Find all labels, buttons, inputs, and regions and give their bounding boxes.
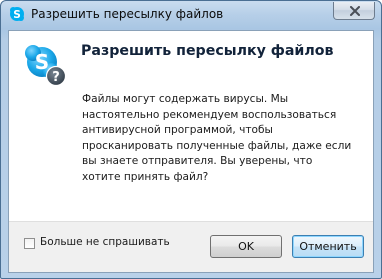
cancel-button[interactable]: Отменить <box>292 235 364 258</box>
message-line: вы знаете отправителя. Вы уверены, что <box>82 155 313 167</box>
dont-ask-label[interactable]: Больше не спрашивать <box>40 236 170 248</box>
message-line: Файлы могут содержать вирусы. Мы <box>82 93 289 105</box>
skype-icon: S <box>10 7 24 21</box>
window-title: Разрешить пересылку файлов <box>31 7 224 21</box>
title-bar[interactable]: S Разрешить пересылку файлов <box>1 1 381 29</box>
message-line: просканировать полученные файлы, даже ес… <box>82 139 352 152</box>
svg-text:?: ? <box>52 70 60 85</box>
close-icon <box>350 6 360 16</box>
dialog-heading: Разрешить пересылку файлов <box>81 43 334 59</box>
dont-ask-checkbox[interactable] <box>24 238 35 249</box>
message-line: хотите принять файл? <box>82 170 209 183</box>
ok-button[interactable]: OK <box>210 235 282 258</box>
dialog-body: S ? Разрешить пересылку файлов Файлы мог… <box>8 30 374 273</box>
message-line: антивирусной программой, чтобы <box>82 124 273 136</box>
svg-text:S: S <box>13 9 21 21</box>
dialog-footer: Больше не спрашивать OK Отменить <box>9 221 373 272</box>
dialog-window: S Разрешить пересылку файлов S ? Разреши… <box>0 0 382 279</box>
warning-message: Файлы могут содержать вирусы. Мы настоят… <box>82 92 352 185</box>
svg-text:S: S <box>35 50 49 74</box>
message-line: настоятельно рекомендуем воспользоваться <box>82 108 337 121</box>
skype-question-icon: S ? <box>25 45 67 87</box>
close-button[interactable] <box>333 2 375 20</box>
